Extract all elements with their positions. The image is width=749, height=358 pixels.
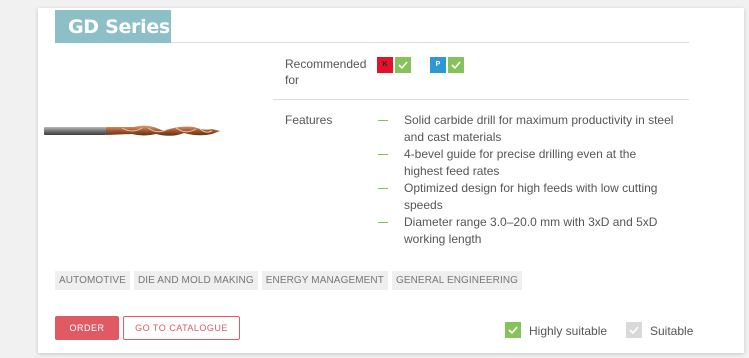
feature-text: Optimized design for high feeds with low… — [404, 181, 658, 212]
tag-automotive[interactable]: AUTOMOTIVE — [55, 271, 130, 290]
dash-bullet-icon — [378, 222, 388, 223]
tag-general-engineering[interactable]: GENERAL ENGINEERING — [391, 271, 523, 290]
material-badge-k: K — [377, 57, 393, 73]
drill-bit-image — [44, 125, 220, 136]
highly-suitable-check-icon — [448, 57, 464, 73]
feature-item: Diameter range 3.0–20.0 mm with 3xD and … — [378, 214, 678, 248]
feature-item: Solid carbide drill for maximum producti… — [378, 112, 678, 146]
feature-text: Solid carbide drill for maximum producti… — [404, 113, 674, 144]
feature-text: Diameter range 3.0–20.0 mm with 3xD and … — [404, 215, 658, 246]
highly-suitable-legend-icon — [505, 322, 521, 338]
features-list: Solid carbide drill for maximum producti… — [378, 112, 678, 248]
features-label: Features — [285, 113, 333, 127]
product-card: GD Series Recommended for K P Features S… — [38, 8, 744, 353]
section-divider — [273, 99, 689, 100]
recommended-for-label: Recommended for — [285, 57, 367, 87]
material-badge-p: P — [430, 57, 446, 73]
highly-suitable-legend-label: Highly suitable — [529, 324, 608, 338]
go-to-catalogue-button[interactable]: GO TO CATALOGUE — [123, 316, 240, 340]
header-rule — [171, 42, 689, 43]
order-button[interactable]: ORDER — [55, 316, 119, 340]
tag-die-and-mold-making[interactable]: DIE AND MOLD MAKING — [133, 271, 258, 290]
dash-bullet-icon — [378, 188, 388, 189]
feature-item: 4-bevel guide for precise drilling even … — [378, 146, 678, 180]
suitable-legend-icon — [626, 322, 642, 338]
feature-text: 4-bevel guide for precise drilling even … — [404, 147, 637, 178]
highly-suitable-check-icon — [395, 57, 411, 73]
dash-bullet-icon — [378, 120, 388, 121]
industry-tags: AUTOMOTIVE DIE AND MOLD MAKING ENERGY MA… — [55, 271, 523, 290]
tag-energy-management[interactable]: ENERGY MANAGEMENT — [261, 271, 388, 290]
suitable-legend-label: Suitable — [650, 324, 694, 338]
feature-item: Optimized design for high feeds with low… — [378, 180, 678, 214]
dash-bullet-icon — [378, 154, 388, 155]
series-title: GD Series — [55, 10, 171, 43]
